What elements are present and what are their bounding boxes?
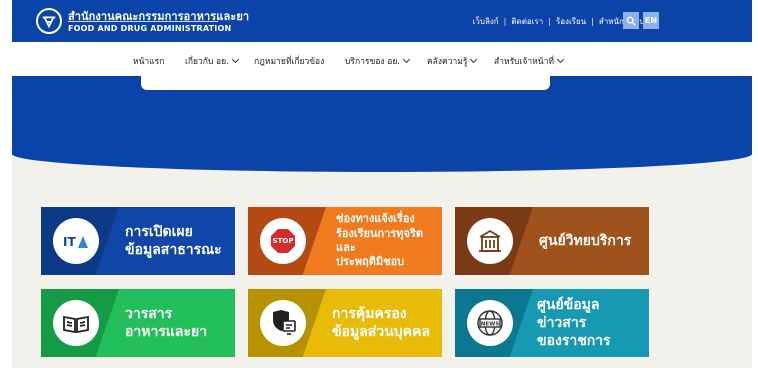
card-information-center[interactable]: ศูนย์วิทยบริการ <box>455 207 649 275</box>
search-button[interactable] <box>623 12 639 29</box>
chevron-down-icon <box>556 55 565 64</box>
news-globe-icon: NEWS <box>467 300 513 346</box>
card-public-disclosure[interactable]: IT การเปิดเผย ข้อมูลสาธารณะ <box>41 207 235 275</box>
top-bar: สำนักงานคณะกรรมการอาหารและยา FOOD AND DR… <box>12 0 752 42</box>
svg-text:STOP: STOP <box>273 237 294 245</box>
separator: | <box>591 17 594 26</box>
card-line: ศูนย์วิทยบริการ <box>539 232 632 249</box>
search-icon <box>626 16 636 26</box>
ita-icon: IT <box>53 218 99 264</box>
nav-label: เกี่ยวกับ อย. <box>185 57 229 67</box>
nav-label: คลังความรู้ <box>427 57 468 67</box>
building-icon <box>467 218 513 264</box>
top-link-complaint[interactable]: ร้องเรียน <box>556 15 586 28</box>
card-title: ศูนย์ข้อมูลข่าวสาร ของราชการ <box>537 289 643 357</box>
card-title: วารสาร อาหารและยา <box>125 289 229 357</box>
stop-corruption-icon: STOP <box>260 218 306 264</box>
nav-label: สำหรับเจ้าหน้าที่ <box>494 57 554 67</box>
card-line: อาหารและยา <box>125 324 208 340</box>
card-journal[interactable]: วารสาร อาหารและยา <box>41 289 235 357</box>
card-title: ศูนย์วิทยบริการ <box>539 207 643 275</box>
card-personal-data-protection[interactable]: การคุ้มครอง ข้อมูลส่วนบุคคล <box>248 289 442 357</box>
nav-label: หน้าแรก <box>133 57 165 67</box>
card-official-information-center[interactable]: NEWS ศูนย์ข้อมูลข่าวสาร ของราชการ <box>455 289 649 357</box>
nav-label: กฎหมายที่เกี่ยวข้อง <box>254 57 325 67</box>
card-line: ศูนย์ข้อมูลข่าวสาร <box>537 296 600 331</box>
nav-label: บริการของ อย. <box>345 57 401 67</box>
page: สำนักงานคณะกรรมการอาหารและยา FOOD AND DR… <box>12 0 752 368</box>
top-link-weblink[interactable]: เว็บลิงก์ <box>473 15 499 28</box>
card-line: ประพฤติมิชอบ <box>336 255 405 269</box>
fda-logo-icon[interactable] <box>36 8 62 34</box>
svg-text:IT: IT <box>63 235 76 249</box>
nav-services[interactable]: บริการของ อย. <box>345 54 411 68</box>
card-line: การเปิดเผย <box>125 223 193 240</box>
brand-name-en: FOOD AND DRUG ADMINISTRATION <box>68 24 232 33</box>
nav-panel <box>141 76 550 90</box>
privacy-shield-icon <box>260 300 306 346</box>
card-line: การคุ้มครอง <box>332 305 407 322</box>
book-icon <box>53 300 99 346</box>
svg-text:NEWS: NEWS <box>481 322 499 328</box>
brand-name-th: สำนักงานคณะกรรมการอาหารและยา <box>68 10 250 23</box>
card-title: การเปิดเผย ข้อมูลสาธารณะ <box>125 207 229 275</box>
main-nav: หน้าแรก เกี่ยวกับ อย. กฎหมายที่เกี่ยวข้อ… <box>12 42 752 76</box>
card-line: วารสาร <box>125 305 173 322</box>
hero-banner <box>12 76 752 172</box>
chevron-down-icon <box>231 55 239 64</box>
nav-staff[interactable]: สำหรับเจ้าหน้าที่ <box>494 54 565 68</box>
card-line: ของราชการ <box>537 333 611 350</box>
nav-laws[interactable]: กฎหมายที่เกี่ยวข้อง <box>254 54 324 68</box>
card-line: ร้องเรียนการทุจริตและ <box>336 226 424 254</box>
card-corruption-report[interactable]: STOP ช่องทางแจ้งเรื่อง ร้องเรียนการทุจริ… <box>248 207 442 275</box>
language-button[interactable]: EN <box>643 12 659 29</box>
chevron-down-icon <box>402 55 411 64</box>
top-link-contact[interactable]: ติดต่อเรา <box>511 15 543 28</box>
nav-home[interactable]: หน้าแรก <box>133 54 164 68</box>
brand-divider <box>68 21 218 22</box>
card-line: ข้อมูลส่วนบุคคล <box>332 324 430 340</box>
nav-knowledge[interactable]: คลังความรู้ <box>427 54 478 68</box>
separator: | <box>503 17 507 26</box>
card-title: การคุ้มครอง ข้อมูลส่วนบุคคล <box>332 289 436 357</box>
card-line: ช่องทางแจ้งเรื่อง <box>336 212 415 226</box>
card-line: ข้อมูลสาธารณะ <box>125 242 222 258</box>
nav-about[interactable]: เกี่ยวกับ อย. <box>185 54 239 68</box>
card-title: ช่องทางแจ้งเรื่อง ร้องเรียนการทุจริตและ … <box>336 207 436 275</box>
separator: | <box>548 17 551 26</box>
chevron-down-icon <box>470 55 478 64</box>
